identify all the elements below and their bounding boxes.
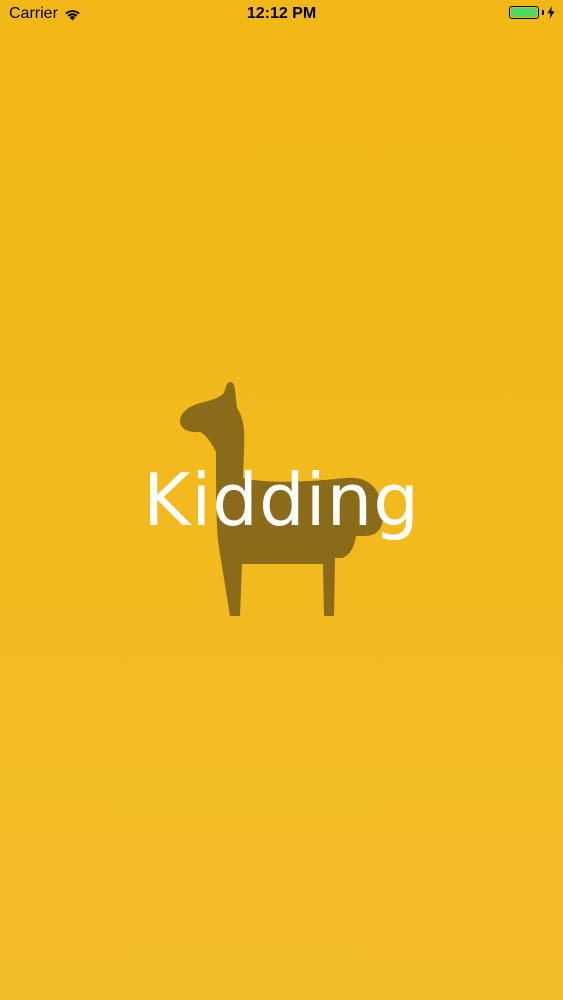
battery-indicator: [509, 6, 555, 19]
splash-screen: Carrier 12:12 PM Kidding: [0, 0, 563, 1000]
battery-icon: [509, 6, 539, 19]
battery-fill: [511, 8, 537, 17]
status-bar: Carrier 12:12 PM: [0, 0, 563, 30]
clock: 12:12 PM: [246, 5, 317, 22]
charging-bolt-icon: [547, 6, 555, 19]
app-title: Kidding: [143, 458, 420, 542]
battery-tip: [542, 10, 544, 15]
